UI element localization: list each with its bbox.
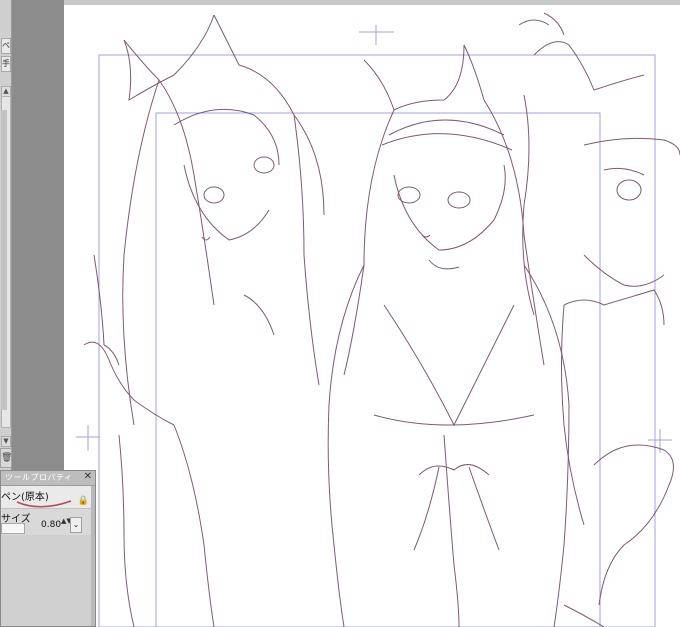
brush-size-value[interactable]: 0.80 [41, 520, 61, 530]
chevron-down-icon[interactable]: ⌄ [70, 517, 82, 533]
character-sketches [83, 12, 680, 627]
panel-tab-pen[interactable]: ペ [1, 38, 11, 54]
tool-property-scrollbar[interactable] [91, 486, 95, 626]
panel-tab-hand[interactable]: 手 [1, 56, 11, 72]
lock-icon[interactable]: 🔒 [78, 496, 89, 506]
crop-guides [76, 25, 672, 627]
tool-property-body [1, 535, 95, 626]
close-icon[interactable]: ✕ [84, 471, 92, 482]
outer-frame-guide [98, 54, 656, 627]
tool-property-titlebar[interactable]: ツールプロパティ ✕ [1, 471, 95, 486]
tool-property-panel: ツールプロパティ ✕ ペン(原本) 🔒 サイズ 0.80 ▲▼ ⌄ [0, 470, 96, 627]
layer-panel-strip: ペ 手 ▲ ▼ [0, 0, 12, 470]
brush-size-slider[interactable] [1, 523, 25, 534]
tool-property-title: ツールプロパティ [5, 473, 73, 482]
brush-preset-row[interactable]: ペン(原本) 🔒 [1, 486, 95, 509]
scroll-down-arrow[interactable]: ▼ [1, 436, 11, 447]
drawing-canvas[interactable] [64, 5, 680, 627]
scrollbar-thumb[interactable] [1, 110, 7, 410]
trash-icon[interactable]: 🗑 [0, 448, 12, 468]
sketch-artwork [76, 12, 680, 627]
brush-size-row: サイズ 0.80 ▲▼ ⌄ [1, 509, 95, 534]
